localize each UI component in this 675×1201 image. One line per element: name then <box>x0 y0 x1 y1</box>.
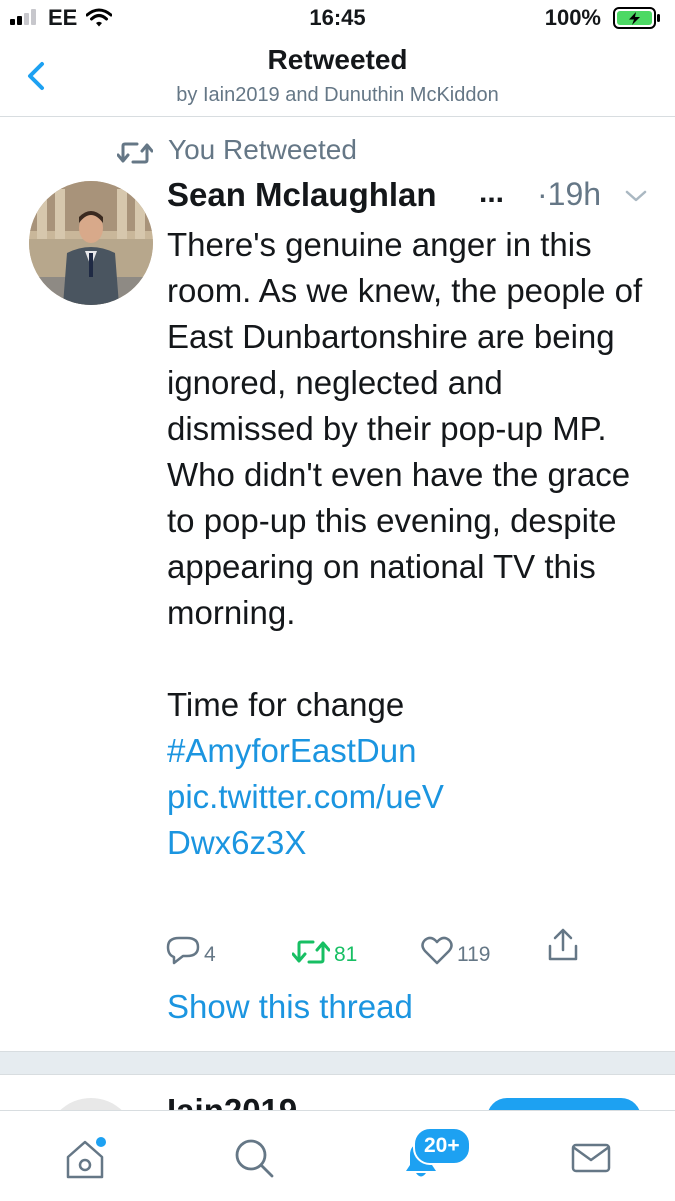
tweet-separator <box>0 1051 675 1075</box>
reply-icon <box>166 936 200 965</box>
tweet-timestamp: ·19h <box>537 176 602 212</box>
tweet-text: There's genuine anger in this room. As w… <box>167 222 657 866</box>
page-subtitle: by Iain2019 and Dunuthin McKiddon <box>176 84 499 106</box>
notifications-badge: 20+ <box>413 1127 471 1165</box>
retweet-context-label: You Retweeted <box>168 134 357 165</box>
reply-button[interactable]: 4 <box>166 926 216 966</box>
home-icon[interactable] <box>60 1133 110 1183</box>
share-icon[interactable] <box>547 928 579 962</box>
hashtag-link[interactable]: #AmyforEastDun <box>167 728 657 774</box>
retweet-button[interactable]: 81 <box>292 926 357 966</box>
search-icon[interactable] <box>229 1133 279 1183</box>
heart-icon <box>421 936 453 965</box>
messages-icon[interactable] <box>566 1133 616 1183</box>
battery-percent: 100% <box>544 5 601 30</box>
tab-bar: 20+ <box>0 1110 675 1201</box>
pic-link[interactable]: pic.twitter.com/ueVDwx6z3X <box>167 774 467 866</box>
header-divider <box>0 116 675 117</box>
reply-count: 4 <box>204 943 216 966</box>
retweet-count: 81 <box>334 943 358 966</box>
tweet-paragraph: There's genuine anger in this room. As w… <box>167 226 643 631</box>
chevron-down-icon[interactable] <box>624 188 648 204</box>
author-name[interactable]: Sean Mclaughlan <box>167 176 437 214</box>
show-thread-link[interactable]: Show this thread <box>167 988 413 1026</box>
page-title: Retweeted <box>267 44 408 75</box>
retweet-icon <box>292 940 330 964</box>
retweet-context-icon <box>117 142 153 164</box>
tweet-paragraph: Time for change <box>167 686 405 723</box>
like-button[interactable]: 119 <box>421 926 490 966</box>
battery-charging-icon <box>613 7 660 29</box>
name-ellipsis: ... <box>479 176 505 209</box>
author-avatar[interactable] <box>29 181 153 305</box>
like-count: 119 <box>457 943 491 966</box>
